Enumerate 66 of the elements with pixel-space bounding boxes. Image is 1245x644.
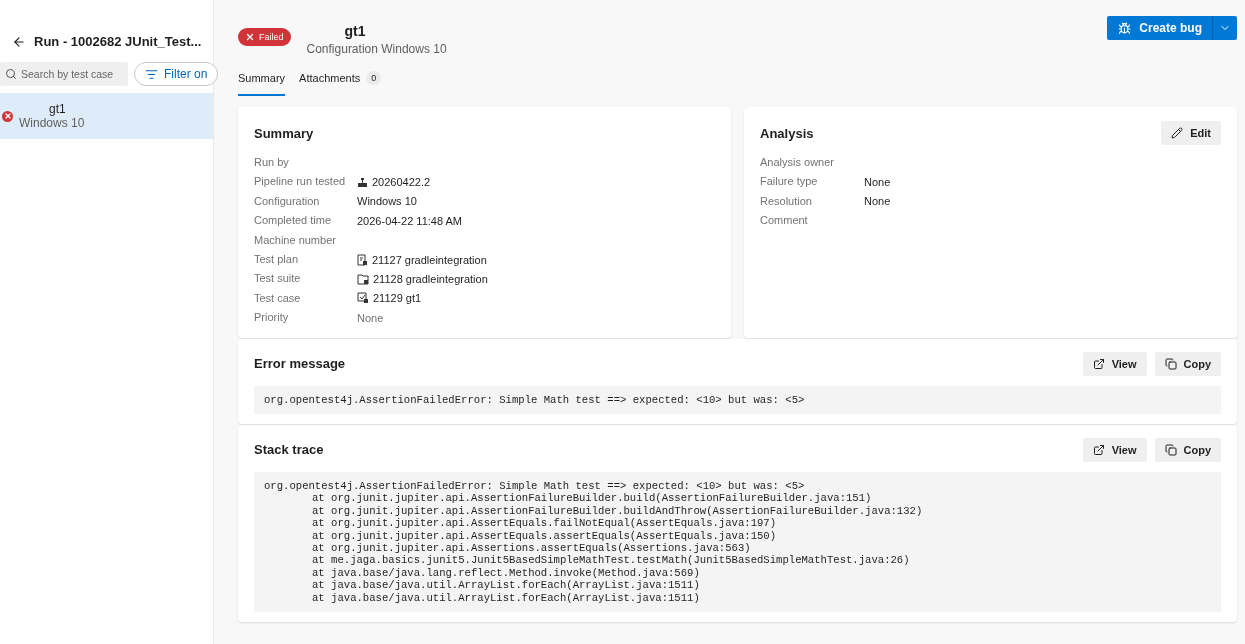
run-title: Run - 1002682 JUnit_Test...: [34, 34, 202, 49]
field-label: Pipeline run tested: [254, 174, 347, 190]
code-line: at java.base/java.lang.reflect.Method.invoke(Method.java:569): [312, 566, 700, 579]
field-value: 21128 gradleintegration: [373, 273, 488, 286]
field-value: 21127 gradleintegration: [372, 253, 487, 266]
field-label: Failure type: [760, 174, 819, 190]
field-value: 2026-04-22 11:48 AM: [357, 214, 462, 227]
view-button[interactable]: View: [1082, 437, 1147, 462]
field-label: Priority: [254, 310, 290, 326]
code-line: at org.junit.jupiter.api.AssertionFailureBuilder.buildAndThrow(AssertionFailureBuilder.java:132): [312, 504, 923, 517]
field-label: Resolution: [760, 193, 813, 209]
copy-icon: [1164, 443, 1177, 456]
back-arrow-icon[interactable]: [12, 34, 26, 49]
field-label: Analysis owner: [760, 155, 835, 170]
test-result-item[interactable]: gt1 Windows 10: [0, 93, 213, 139]
field-value: Windows 10: [357, 195, 417, 208]
code-line: at org.junit.jupiter.api.AssertEquals.assertEquals(AssertEquals.java:150): [312, 529, 777, 542]
pipeline-icon: [357, 176, 368, 188]
test-suite-icon: [357, 273, 369, 285]
field-label: Test suite: [254, 271, 302, 287]
field-value: None: [864, 175, 892, 191]
code-line: at org.junit.jupiter.api.AssertionFailureBuilder.build(AssertionFailureBuilder.java:151): [312, 492, 872, 505]
card-title: Analysis: [760, 125, 814, 141]
configuration-subtitle: Configuration Windows 10: [306, 42, 447, 56]
field-value: 21129 gt1: [373, 292, 422, 305]
section-title: Stack trace: [254, 442, 324, 458]
view-button[interactable]: View: [1082, 351, 1147, 376]
field-label: Configuration: [254, 193, 321, 209]
field-value: None: [864, 194, 892, 210]
tab[interactable]: Summary: [238, 71, 286, 96]
count-badge: 0: [366, 71, 382, 85]
code-line: org.opentest4j.AssertionFailedError: Simple Math test ==> expected: <10> but was: <5>: [264, 393, 805, 406]
filter-button[interactable]: Filter on: [134, 62, 219, 86]
edit-icon: [1171, 127, 1184, 139]
code-line: at org.junit.jupiter.api.AssertEquals.failNotEqual(AssertEquals.java:197): [312, 517, 777, 530]
section-title: Error message: [254, 356, 346, 371]
field-label: Completed time: [254, 213, 333, 229]
field-label: Comment: [760, 213, 809, 229]
code-line: org.opentest4j.AssertionFailedError: Simple Math test ==> expected: <10> but was: <5>: [264, 479, 805, 492]
code-line: at me.jaga.basics.junit5.Junit5BasedSimpleMathTest.testMath(Junit5BasedSimpleMathTest.java:26): [312, 554, 910, 567]
card-title: Summary: [254, 125, 314, 141]
field-value: None: [357, 311, 384, 324]
test-title: gt1: [344, 23, 367, 39]
bug-icon: [1118, 21, 1132, 35]
status-badge: Failed: [238, 28, 291, 46]
field-label: Machine number: [254, 232, 337, 248]
field-label: Run by: [254, 155, 290, 170]
code-line: at java.base/java.util.ArrayList.forEach(ArrayList.java:1511): [312, 591, 700, 604]
copy-button[interactable]: Copy: [1154, 351, 1221, 376]
external-link-icon: [1092, 443, 1105, 456]
edit-button[interactable]: Edit: [1161, 121, 1221, 145]
test-name: gt1: [49, 102, 66, 116]
tab[interactable]: Attachments 0: [299, 71, 382, 96]
external-link-icon: [1092, 357, 1105, 370]
field-label: Test case: [254, 290, 302, 306]
test-plan-icon: [357, 253, 368, 266]
field-label: Test plan: [254, 251, 300, 267]
code-line: at org.junit.jupiter.api.Assertions.assertEquals(Assertions.java:563): [312, 541, 751, 554]
filter-icon: [145, 67, 158, 81]
test-case-icon: [357, 292, 369, 305]
code-line: at java.base/java.util.ArrayList.forEach(ArrayList.java:1511): [312, 579, 700, 592]
copy-button[interactable]: Copy: [1154, 437, 1221, 462]
search-field[interactable]: Search by test case: [0, 62, 128, 86]
test-configuration: Windows 10: [19, 116, 85, 130]
field-value: 20260422.2: [372, 176, 431, 189]
copy-icon: [1164, 357, 1177, 370]
